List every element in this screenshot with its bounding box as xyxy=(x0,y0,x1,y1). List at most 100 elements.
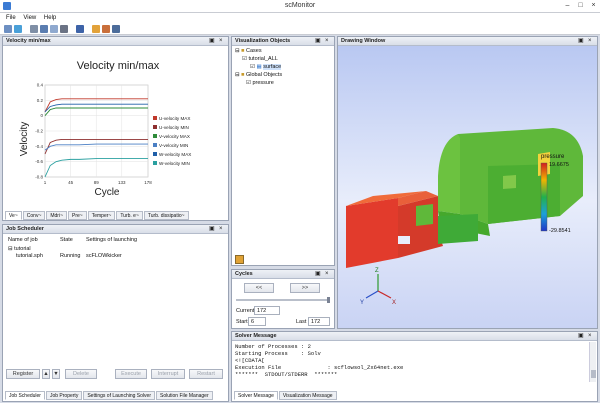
collapse-icon[interactable]: ⊟ xyxy=(235,72,240,78)
move-up-button[interactable]: ▲ xyxy=(42,369,50,379)
close-icon[interactable]: × xyxy=(325,37,329,46)
velocity-panel: Velocity min/max ▣ × Velocity min/max Ve… xyxy=(2,36,229,221)
close-icon[interactable]: × xyxy=(588,332,592,341)
last-cycle-field[interactable]: 172 xyxy=(308,317,330,326)
float-icon[interactable]: ▣ xyxy=(578,332,584,341)
tree-item-cases[interactable]: ⊟ ■ Cases xyxy=(235,48,262,54)
menu-help[interactable]: Help xyxy=(44,13,56,23)
float-icon[interactable]: ▣ xyxy=(209,225,215,234)
slider-thumb[interactable] xyxy=(327,297,330,303)
checkbox-pressure[interactable]: ☑ xyxy=(246,80,251,86)
delete-button[interactable]: Delete xyxy=(65,369,97,379)
axis-x-label: X xyxy=(392,300,396,306)
tab-mdri[interactable]: Mdri~ xyxy=(46,211,68,220)
case-name: tutorial_ALL xyxy=(248,56,278,62)
job-name: tutorial.sph xyxy=(16,253,43,259)
solver-message-panel: Solver Message ▣ × Number of Processes :… xyxy=(231,331,598,402)
maximize-button[interactable]: □ xyxy=(576,2,585,10)
log-line: Execution File : scflowsol_Zx64net.exe xyxy=(235,364,404,371)
refresh-icon[interactable] xyxy=(14,25,22,33)
surface-label: surface xyxy=(263,64,282,70)
tab-turb-energy[interactable]: Turb. e~ xyxy=(116,211,143,220)
job-table-header: Name of job State Settings of launching xyxy=(6,237,226,245)
chart-xlabel: Cycle xyxy=(94,187,119,198)
tab-visualization-message[interactable]: Visualization Message xyxy=(278,391,337,400)
col-state[interactable]: State xyxy=(60,237,73,243)
close-icon[interactable]: × xyxy=(325,270,329,279)
current-label: Current xyxy=(236,308,255,314)
tab-pressure[interactable]: Pre~ xyxy=(68,211,87,220)
checkbox-case[interactable]: ☑ xyxy=(242,56,247,62)
close-icon[interactable]: × xyxy=(588,37,592,46)
velocity-panel-title: Velocity min/max xyxy=(6,38,51,44)
menu-view[interactable]: View xyxy=(23,13,36,23)
tab-temperature[interactable]: Temper~ xyxy=(87,211,116,220)
y-tick-label: -0.6 xyxy=(35,159,43,164)
tab-solution-file-manager[interactable]: Solution File Manager xyxy=(155,391,213,400)
settings-icon[interactable] xyxy=(92,25,100,33)
surface-icon: ▦ xyxy=(256,64,262,70)
solver-scrollbar[interactable] xyxy=(589,342,596,382)
x-tick-label: 89 xyxy=(94,180,100,185)
solver-tabs: Solver Message Visualization Message xyxy=(234,391,338,400)
settings-icon[interactable] xyxy=(235,255,244,264)
log-line: Starting Process : Solv xyxy=(235,350,321,357)
legend-swatch xyxy=(153,116,157,120)
float-icon[interactable]: ▣ xyxy=(315,37,321,46)
tab-velocity[interactable]: Ve~ xyxy=(5,211,22,220)
grid-icon[interactable] xyxy=(30,25,38,33)
restart-button[interactable]: Restart xyxy=(189,369,223,379)
tree-item-surface[interactable]: ☑ ▦ surface xyxy=(250,64,282,70)
print-icon[interactable] xyxy=(60,25,68,33)
close-icon[interactable]: × xyxy=(219,225,223,234)
window-icon[interactable] xyxy=(50,25,58,33)
tab-convergence[interactable]: Conv~ xyxy=(22,211,46,220)
save-icon[interactable] xyxy=(76,25,84,33)
interrupt-button[interactable]: Interrupt xyxy=(151,369,185,379)
monitor-icon[interactable] xyxy=(112,25,120,33)
cycle-slider[interactable] xyxy=(236,297,330,303)
chart-ylabel: Velocity xyxy=(19,122,30,156)
menu-file[interactable]: File xyxy=(6,13,16,23)
current-cycle-field[interactable]: 172 xyxy=(254,306,280,315)
collapse-icon[interactable]: ⊟ xyxy=(235,48,240,54)
tab-solver-message[interactable]: Solver Message xyxy=(234,391,278,400)
next-cycle-button[interactable]: >> xyxy=(290,283,320,293)
prev-cycle-button[interactable]: << xyxy=(244,283,274,293)
register-button[interactable]: Register xyxy=(6,369,40,379)
tools-icon[interactable] xyxy=(102,25,110,33)
checkbox-surface[interactable]: ☑ xyxy=(250,64,255,70)
export-icon[interactable] xyxy=(40,25,48,33)
tree-item-global[interactable]: ⊟ ■ Global Objects xyxy=(235,72,282,78)
scrollbar-thumb[interactable] xyxy=(591,370,596,378)
render-viewport[interactable]: pressure 19.6675 -29.8541 Z Y X xyxy=(338,46,597,328)
float-icon[interactable]: ▣ xyxy=(578,37,584,46)
close-icon[interactable]: × xyxy=(219,37,223,46)
table-row[interactable]: tutorial.sph Running scFLOWkicker xyxy=(6,253,226,261)
float-icon[interactable]: ▣ xyxy=(209,37,215,46)
legend-label: V-velocity MIN xyxy=(159,143,188,148)
last-label: Last xyxy=(296,319,307,325)
job-group[interactable]: ⊟ tutorial xyxy=(8,246,31,252)
col-settings[interactable]: Settings of launching xyxy=(86,237,137,243)
col-job-name[interactable]: Name of job xyxy=(8,237,38,243)
execute-button[interactable]: Execute xyxy=(115,369,147,379)
close-button[interactable]: × xyxy=(589,2,598,10)
connect-icon[interactable] xyxy=(4,25,12,33)
tab-launching-settings[interactable]: Settings of Launching Solver xyxy=(83,391,155,400)
tree-item-case[interactable]: ☑ tutorial_ALL xyxy=(242,56,278,62)
legend-label: W-velocity MIN xyxy=(159,161,190,166)
start-cycle-field[interactable]: 6 xyxy=(248,317,266,326)
tab-job-property[interactable]: Job Property xyxy=(45,391,83,400)
tab-turb-dissipation[interactable]: Turb. dissipatio~ xyxy=(143,211,189,220)
job-scheduler-panel: Job Scheduler ▣ × Name of job State Sett… xyxy=(2,224,229,402)
float-icon[interactable]: ▣ xyxy=(315,270,321,279)
tab-job-scheduler[interactable]: Job Scheduler xyxy=(5,391,45,400)
minimize-button[interactable]: – xyxy=(563,2,572,10)
tree-item-pressure[interactable]: ☑ pressure xyxy=(246,80,274,86)
legend-label: W-velocity MAX xyxy=(159,152,191,157)
log-line: <![CDATA[ xyxy=(235,357,265,364)
x-tick-label: 1 xyxy=(44,180,47,185)
move-down-button[interactable]: ▼ xyxy=(52,369,60,379)
folder-icon: ■ xyxy=(241,72,245,78)
